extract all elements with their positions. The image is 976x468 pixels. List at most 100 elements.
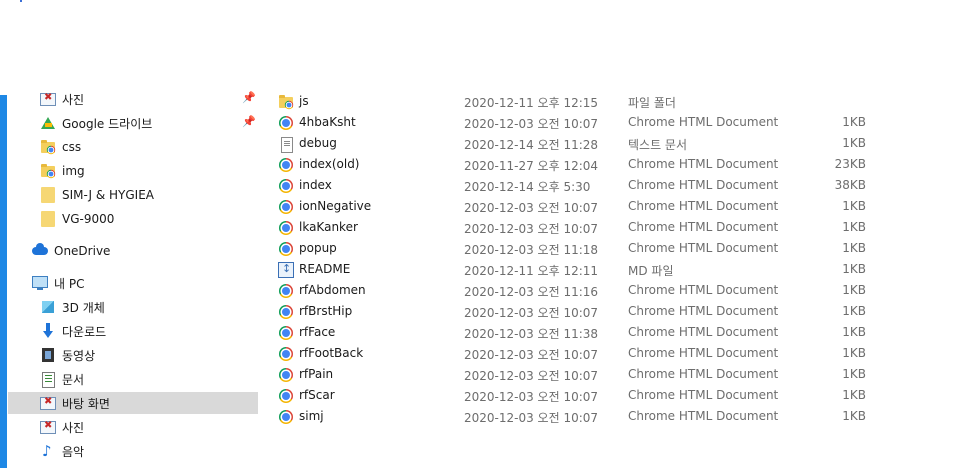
chrome-icon — [278, 409, 294, 425]
file-type: Chrome HTML Document — [628, 367, 779, 381]
nav-item-vg-9000[interactable]: VG-9000 — [8, 208, 258, 230]
file-row[interactable]: index(old) 2020-11-27 오후 12:04 Chrome HT… — [278, 154, 918, 175]
nav-item-sim-j-hygiea[interactable]: SIM-J & HYGIEA — [8, 184, 258, 206]
videos-icon — [40, 347, 56, 363]
nav-item-music[interactable]: ♪ 음악 — [8, 440, 258, 462]
file-row[interactable]: rfFootBack 2020-12-03 오전 10:07 Chrome HT… — [278, 343, 918, 364]
nav-item-pictures-quick[interactable]: 사진 📌 — [8, 88, 258, 110]
file-type: MD 파일 — [628, 264, 674, 278]
file-date: 2020-11-27 오후 12:04 — [464, 159, 599, 173]
file-row[interactable]: 4hbaKsht 2020-12-03 오전 10:07 Chrome HTML… — [278, 112, 918, 133]
file-row[interactable]: rfScar 2020-12-03 오전 10:07 Chrome HTML D… — [278, 385, 918, 406]
nav-item-css[interactable]: css — [8, 136, 258, 158]
file-name: index — [299, 178, 332, 192]
chrome-icon — [278, 304, 294, 320]
file-row[interactable]: index 2020-12-14 오후 5:30 Chrome HTML Doc… — [278, 175, 918, 196]
file-row[interactable]: debug 2020-12-14 오전 11:28 텍스트 문서 1KB — [278, 133, 918, 154]
chrome-icon — [278, 346, 294, 362]
file-type: Chrome HTML Document — [628, 178, 779, 192]
window-accent-edge — [0, 95, 7, 468]
nav-item-label: OneDrive — [54, 244, 111, 258]
file-name: ionNegative — [299, 199, 372, 213]
file-size: 1KB — [842, 409, 866, 423]
chrome-icon — [278, 241, 294, 257]
nav-item-onedrive[interactable]: OneDrive — [8, 240, 258, 262]
nav-item-img[interactable]: img — [8, 160, 258, 182]
file-date: 2020-12-03 오전 10:07 — [464, 411, 599, 425]
file-date: 2020-12-03 오전 10:07 — [464, 117, 599, 131]
file-type: Chrome HTML Document — [628, 283, 779, 297]
chrome-folder-icon — [278, 94, 294, 110]
file-type: 텍스트 문서 — [628, 138, 688, 152]
file-date: 2020-12-03 오전 10:07 — [464, 306, 599, 320]
file-row[interactable]: rfPain 2020-12-03 오전 10:07 Chrome HTML D… — [278, 364, 918, 385]
nav-item-label: 음악 — [62, 444, 85, 459]
nav-item-label: 문서 — [62, 372, 85, 387]
file-name: lkaKanker — [299, 220, 358, 234]
file-name: rfScar — [299, 388, 335, 402]
file-size: 38KB — [834, 178, 866, 192]
nav-item-label: 바탕 화면 — [62, 396, 110, 411]
nav-item-label: 내 PC — [54, 276, 85, 291]
file-row[interactable]: simj 2020-12-03 오전 10:07 Chrome HTML Doc… — [278, 406, 918, 427]
music-icon: ♪ — [42, 442, 52, 460]
nav-item-downloads[interactable]: 다운로드 — [8, 320, 258, 342]
3d-objects-icon — [40, 299, 56, 315]
chrome-icon — [278, 367, 294, 383]
pin-icon: 📌 — [242, 91, 256, 104]
file-row[interactable]: popup 2020-12-03 오전 11:18 Chrome HTML Do… — [278, 238, 918, 259]
file-row[interactable]: rfBrstHip 2020-12-03 오전 10:07 Chrome HTM… — [278, 301, 918, 322]
nav-item-videos[interactable]: 동영상 — [8, 344, 258, 366]
file-name: rfBrstHip — [299, 304, 353, 318]
focus-dot — [20, 0, 22, 2]
nav-item-pictures[interactable]: 사진 — [8, 416, 258, 438]
nav-item-label: Google 드라이브 — [62, 116, 153, 131]
file-type: Chrome HTML Document — [628, 199, 779, 213]
file-type: Chrome HTML Document — [628, 409, 779, 423]
file-type: Chrome HTML Document — [628, 325, 779, 339]
chrome-folder-icon — [40, 139, 56, 155]
file-name: rfFootBack — [299, 346, 364, 360]
file-date: 2020-12-03 오전 11:18 — [464, 243, 599, 257]
nav-item-label: css — [62, 140, 82, 154]
chrome-folder-icon — [40, 163, 56, 179]
file-size: 1KB — [842, 241, 866, 255]
file-row[interactable]: lkaKanker 2020-12-03 오전 10:07 Chrome HTM… — [278, 217, 918, 238]
onedrive-icon — [32, 243, 48, 259]
file-name: popup — [299, 241, 337, 255]
file-date: 2020-12-11 오후 12:15 — [464, 96, 599, 110]
nav-item-desktop[interactable]: 바탕 화면 — [8, 392, 258, 414]
nav-item-google-drive[interactable]: Google 드라이브 📌 — [8, 112, 258, 134]
file-name: README — [299, 262, 351, 276]
file-date: 2020-12-03 오전 10:07 — [464, 369, 599, 383]
file-type: Chrome HTML Document — [628, 241, 779, 255]
file-name: rfPain — [299, 367, 334, 381]
file-row[interactable]: ionNegative 2020-12-03 오전 10:07 Chrome H… — [278, 196, 918, 217]
nav-item-documents[interactable]: 문서 — [8, 368, 258, 390]
file-size: 1KB — [842, 388, 866, 402]
file-row[interactable]: rfFace 2020-12-03 오전 11:38 Chrome HTML D… — [278, 322, 918, 343]
markdown-icon — [278, 261, 294, 278]
chrome-icon — [278, 283, 294, 299]
nav-item-label: 다운로드 — [62, 324, 107, 339]
chrome-icon — [278, 199, 294, 215]
chrome-icon — [278, 388, 294, 404]
folder-icon — [40, 187, 56, 203]
nav-item-3d-objects[interactable]: 3D 개체 — [8, 296, 258, 318]
navigation-pane: 사진 📌 Google 드라이브 📌 css img SIM-J & HYGIE… — [8, 88, 258, 468]
nav-item-this-pc[interactable]: 내 PC — [8, 272, 258, 294]
this-pc-icon — [32, 275, 48, 291]
chrome-icon — [278, 325, 294, 341]
file-row[interactable]: README 2020-12-11 오후 12:11 MD 파일 1KB — [278, 259, 918, 280]
file-name: debug — [299, 136, 337, 150]
text-doc-icon — [278, 136, 294, 153]
file-size: 1KB — [842, 262, 866, 276]
file-type: Chrome HTML Document — [628, 157, 779, 171]
file-row[interactable]: rfAbdomen 2020-12-03 오전 11:16 Chrome HTM… — [278, 280, 918, 301]
file-row[interactable]: js 2020-12-11 오후 12:15 파일 폴더 — [278, 91, 918, 112]
file-type: Chrome HTML Document — [628, 304, 779, 318]
file-size: 1KB — [842, 346, 866, 360]
file-date: 2020-12-03 오전 10:07 — [464, 348, 599, 362]
chrome-icon — [278, 157, 294, 173]
file-date: 2020-12-03 오전 10:07 — [464, 201, 599, 215]
